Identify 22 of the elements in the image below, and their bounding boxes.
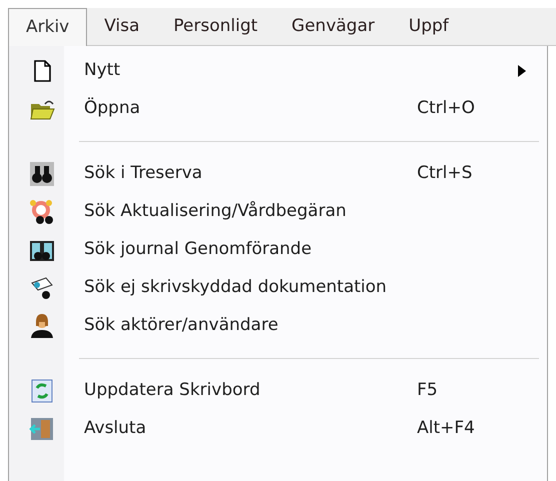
refresh-icon xyxy=(28,378,54,404)
shortcut-label: Ctrl+S xyxy=(417,162,474,186)
person-icon xyxy=(28,313,54,339)
menu-item[interactable]: Avsluta Alt+F4 xyxy=(9,410,547,448)
menu-tab[interactable]: Arkiv xyxy=(8,8,88,47)
menu-tab[interactable]: Visa xyxy=(87,8,157,46)
menu-item[interactable]: Sök i Treserva Ctrl+S xyxy=(9,155,547,193)
shortcut-label: F5 xyxy=(417,379,439,402)
menu-item[interactable]: Sök Aktualisering/Vårdbegäran xyxy=(9,193,547,231)
menu-tab[interactable]: Genvägar xyxy=(274,8,392,46)
menu-item[interactable]: Uppdatera Skrivbord F5 xyxy=(9,372,547,410)
exit-door-icon xyxy=(28,416,54,442)
menu-item[interactable]: Sök journal Genomförande xyxy=(9,231,547,269)
menu-tab[interactable]: Uppf xyxy=(392,8,466,46)
shortcut-label: Alt+F4 xyxy=(417,417,476,440)
menu-item[interactable]: Öppna Ctrl+O xyxy=(9,90,547,128)
menu-item[interactable]: Sök aktörer/användare xyxy=(9,307,547,345)
menu-item[interactable]: Nytt xyxy=(9,52,547,90)
menu-item[interactable]: Sök ej skrivskyddad dokumentation xyxy=(9,269,547,307)
shortcut-label: Ctrl+O xyxy=(417,97,476,120)
menu-tab[interactable]: Personligt xyxy=(156,8,275,46)
binoculars-icon xyxy=(28,161,54,187)
